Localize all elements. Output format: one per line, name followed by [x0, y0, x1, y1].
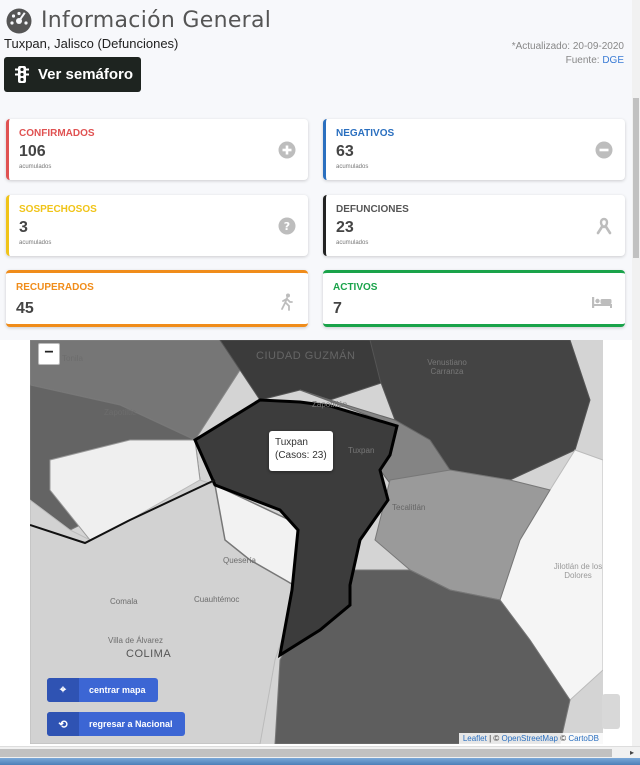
scroll-right-arrow-icon[interactable]: ▸ — [630, 748, 634, 757]
traffic-light-icon — [15, 66, 29, 83]
vertical-scroll-thumb[interactable] — [633, 98, 639, 258]
source-prefix: Fuente: — [565, 55, 600, 66]
card-activos: ACTIVOS 7 — [323, 270, 625, 327]
map-label-comala: Comala — [110, 597, 138, 606]
info-header: Información General Tuxpan, Jalisco (Def… — [0, 0, 632, 340]
update-meta: *Actualizado: 20-09-2020 Fuente: DGE — [512, 40, 624, 68]
source-link[interactable]: DGE — [602, 55, 624, 66]
taskbar-strip — [0, 758, 640, 765]
minus-circle-icon — [595, 141, 613, 159]
national-label: regresar a Nacional — [89, 719, 173, 729]
osm-link[interactable]: OpenStreetMap — [501, 734, 557, 743]
page-title: Información General — [5, 6, 271, 34]
ver-semaforo-label: Ver semáforo — [38, 66, 134, 83]
question-circle-icon: ? — [278, 217, 296, 235]
page-subtitle: Tuxpan, Jalisco (Defunciones) — [4, 36, 179, 51]
undo-icon: ⟲ — [47, 712, 79, 736]
ver-semaforo-button[interactable]: Ver semáforo — [4, 57, 141, 92]
page-title-text: Información General — [41, 7, 272, 33]
map-label-ciudad-guzman: CIUDAD GUZMÁN — [256, 350, 356, 362]
leaflet-link[interactable]: Leaflet — [463, 734, 487, 743]
card-label: RECUPERADOS — [16, 282, 94, 293]
map-label-zapotiltic: Zapotiltic — [104, 408, 137, 417]
map-label-quesera: Quesería — [223, 556, 256, 565]
updated-date: *Actualizado: 20-09-2020 — [511, 41, 624, 52]
ribbon-icon — [596, 217, 612, 235]
card-label: CONFIRMADOS — [19, 128, 95, 139]
card-label: ACTIVOS — [333, 282, 378, 293]
card-value: 45 — [16, 300, 34, 317]
choropleth-map[interactable]: Tonila Zapotiltic CIUDAD GUZMÁN Venustia… — [30, 340, 603, 744]
map-label-tecalitlan: Tecalitlán — [392, 503, 426, 512]
card-negativos: NEGATIVOS 63 acumulados — [323, 119, 625, 180]
card-sub: acumulados — [336, 164, 369, 170]
map-label-cuauhtemoc: Cuauhtémoc — [194, 595, 240, 604]
plus-circle-icon — [278, 141, 296, 159]
card-label: DEFUNCIONES — [336, 204, 409, 215]
card-defunciones: DEFUNCIONES 23 acumulados — [323, 195, 625, 256]
card-sub: acumulados — [336, 240, 369, 246]
card-sub: acumulados — [19, 164, 52, 170]
horizontal-scroll-thumb[interactable] — [0, 749, 612, 757]
card-recuperados: RECUPERADOS 45 — [6, 270, 308, 327]
crosshair-icon: ⌖ — [47, 678, 79, 702]
card-sub: acumulados — [19, 240, 52, 246]
carto-link[interactable]: CartoDB — [568, 734, 599, 743]
map-attribution: Leaflet | © OpenStreetMap © CartoDB — [458, 733, 603, 744]
walking-person-icon — [281, 293, 293, 311]
card-sospechosos: SOSPECHOSOS 3 acumulados ? — [6, 195, 308, 256]
bed-icon — [592, 297, 612, 308]
map-label-jilotlan: Jilotlán de los Dolores — [553, 562, 603, 580]
center-map-button[interactable]: ⌖ centrar mapa — [47, 678, 158, 702]
card-value: 3 — [19, 219, 28, 236]
map-label-tuxpan-town: Tuxpan — [348, 446, 375, 455]
zoom-out-button[interactable]: − — [38, 343, 60, 365]
map-label-tonila: Tonila — [62, 354, 83, 363]
card-label: SOSPECHOSOS — [19, 204, 97, 215]
tooltip-name: Tuxpan — [275, 437, 308, 448]
tooltip-cases: (Casos: 23) — [275, 450, 327, 461]
card-value: 106 — [19, 143, 46, 160]
horizontal-scrollbar[interactable]: ▸ — [0, 746, 640, 758]
map-label-zapotitlan: Zapotitlán — [312, 400, 348, 409]
card-value: 63 — [336, 143, 354, 160]
source-line: Fuente: DGE — [512, 54, 624, 68]
map-tooltip: Tuxpan (Casos: 23) — [269, 431, 333, 471]
map-label-colima: COLIMA — [126, 648, 172, 660]
map-label-venustiano: Venustiano Carranza — [427, 358, 467, 376]
side-tab[interactable] — [602, 694, 620, 729]
card-confirmados: CONFIRMADOS 106 acumulados — [6, 119, 308, 180]
center-map-label: centrar mapa — [89, 685, 146, 695]
gauge-icon — [6, 8, 32, 34]
map-label-villa-alvarez: Villa de Álvarez — [108, 636, 163, 645]
card-value: 23 — [336, 219, 354, 236]
svg-text:?: ? — [284, 220, 290, 233]
card-label: NEGATIVOS — [336, 128, 395, 139]
vertical-scrollbar[interactable] — [632, 0, 640, 746]
national-button[interactable]: ⟲ regresar a Nacional — [47, 712, 185, 736]
card-value: 7 — [333, 300, 342, 317]
